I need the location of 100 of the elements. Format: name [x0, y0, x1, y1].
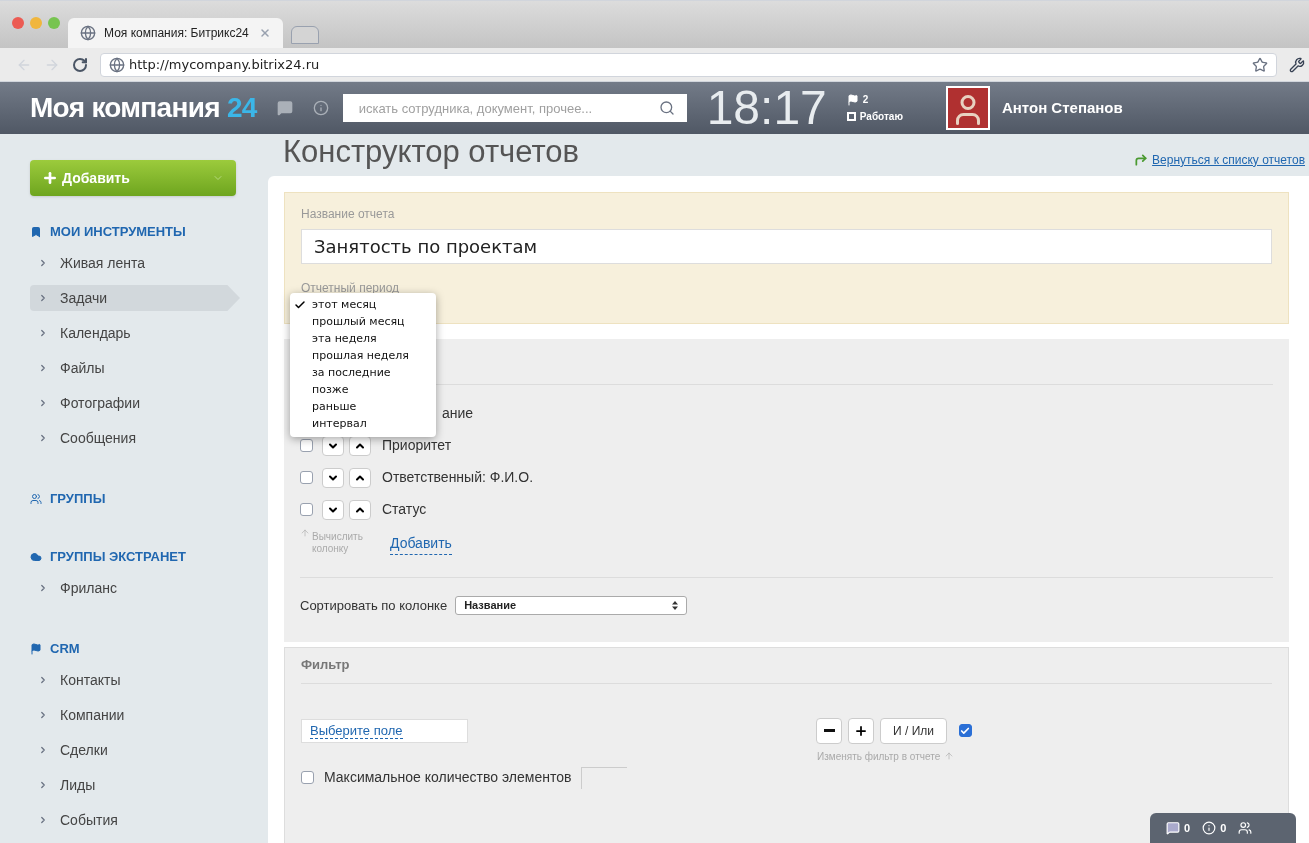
checkbox[interactable] [300, 439, 313, 452]
remove-button[interactable] [816, 717, 842, 744]
chevron-icon [38, 433, 48, 443]
dropdown-option[interactable]: эта неделя [290, 330, 436, 348]
company-logo[interactable]: Моя компания 24 [30, 87, 257, 129]
cloud-icon [30, 551, 42, 563]
dropdown-option[interactable]: интервал [290, 415, 436, 433]
sidebar-item[interactable]: События [30, 807, 240, 833]
user-name[interactable]: Антон Степанов [1001, 96, 1123, 120]
chevron-icon [38, 583, 48, 593]
filter-title: Фильтр [301, 647, 1272, 684]
sidebar-section-title[interactable]: ГРУППЫ [30, 489, 268, 509]
sidebar-section-title[interactable]: CRM [30, 639, 268, 659]
chevron-icon [38, 675, 48, 685]
sidebar-item[interactable]: Календарь [30, 320, 240, 346]
reload-icon[interactable] [72, 56, 88, 73]
change-filter-hint: Изменять фильтр в отчете [817, 749, 941, 764]
check-icon [960, 725, 971, 736]
chat-icon[interactable] [276, 100, 293, 116]
dropdown-option[interactable]: этот месяц [290, 296, 436, 314]
plus-icon [42, 170, 58, 186]
chevron-icon [38, 745, 48, 755]
curved-arrow-icon [1134, 152, 1149, 167]
move-up-button[interactable] [349, 499, 371, 520]
chevron-icon [38, 710, 48, 720]
max-items-field[interactable] [581, 766, 628, 789]
globe-icon [109, 56, 125, 73]
sidebar-section-title[interactable]: МОИ ИНСТРУМЕНТЫ [30, 222, 268, 242]
search-icon[interactable] [658, 100, 675, 116]
dropdown-option[interactable]: позже [290, 381, 436, 399]
checkbox[interactable] [301, 771, 314, 784]
chevron-icon [38, 815, 48, 825]
add-condition-button[interactable] [848, 717, 874, 744]
back-link[interactable]: Вернуться к списку отчетов [1134, 150, 1305, 169]
chevron-icon [38, 363, 48, 373]
sidebar-item[interactable]: Задачи [30, 285, 240, 311]
chevron-icon [38, 293, 48, 303]
page-title: Конструктор отчетов [282, 133, 580, 171]
people-icon[interactable] [1238, 821, 1253, 835]
chat-icon [1166, 821, 1180, 835]
sidebar-item[interactable]: Лиды [30, 772, 240, 798]
move-down-button[interactable] [322, 467, 344, 488]
info-icon [1202, 821, 1217, 835]
messages-counter[interactable]: 0 [1166, 819, 1191, 837]
checkbox[interactable] [958, 724, 972, 737]
bookmark-star-icon[interactable] [1252, 56, 1268, 73]
field-label: Отчетный период [301, 279, 401, 297]
move-up-button[interactable] [349, 467, 371, 488]
plus-icon [854, 723, 868, 738]
sidebar-item[interactable]: Сделки [30, 737, 240, 763]
flag-icon [846, 93, 859, 106]
info-icon[interactable] [312, 100, 329, 116]
sidebar-item[interactable]: Фотографии [30, 390, 240, 416]
sidebar-item[interactable]: Контакты [30, 667, 240, 693]
updown-arrows-icon [672, 600, 679, 610]
column-name: ание [442, 404, 474, 423]
wrench-icon[interactable] [1289, 56, 1305, 73]
sidebar-item[interactable]: Живая лента [30, 250, 240, 276]
column-name: Приоритет [382, 436, 452, 455]
sidebar-item[interactable]: Файлы [30, 355, 240, 381]
checkbox[interactable] [300, 471, 313, 484]
minus-icon [823, 729, 835, 732]
max-items-label: Максимальное количество элементов [324, 768, 572, 787]
report-name-field[interactable]: Занятость по проектам [301, 228, 1272, 264]
chevron-icon [38, 398, 48, 408]
search-field[interactable]: искать сотрудника, документ, прочее... [342, 94, 687, 122]
chevron-icon [38, 780, 48, 790]
move-down-button[interactable] [322, 499, 344, 520]
user-avatar[interactable] [945, 86, 990, 130]
sidebar-section-title[interactable]: ГРУППЫ ЭКСТРАНЕТ [30, 547, 268, 567]
dropdown-option[interactable]: прошлая неделя [290, 347, 436, 365]
square-icon [846, 112, 856, 121]
move-up-button[interactable] [349, 435, 371, 456]
dropdown-option[interactable]: за последние [290, 364, 436, 382]
column-name: Ответственный: Ф.И.О. [382, 468, 534, 487]
dropdown-option[interactable]: раньше [290, 398, 436, 416]
sidebar-item[interactable]: Фриланс [30, 575, 240, 601]
column-name: Статус [382, 500, 427, 519]
flag-counter[interactable]: 2 [846, 92, 903, 107]
sidebar-item[interactable]: Сообщения [30, 425, 240, 451]
sort-select[interactable]: Название [455, 595, 688, 615]
checkbox[interactable] [300, 503, 313, 516]
notifications-counter[interactable]: 0 [1202, 819, 1227, 837]
address-bar[interactable]: http://mycompany.bitrix24.ru [100, 52, 1277, 77]
clock-time: 18:17 [706, 84, 827, 132]
sort-label: Сортировать по колонке [300, 596, 448, 615]
chevron-icon [38, 328, 48, 338]
add-column-link[interactable]: Добавить [390, 532, 452, 555]
flag-icon [30, 643, 42, 655]
field-select[interactable]: Выберите поле [301, 718, 468, 743]
and-or-button[interactable]: И / Или [880, 717, 947, 744]
bookmark-icon [30, 226, 42, 238]
compute-column-hint: Вычислить колонку [312, 530, 364, 555]
dropdown-option[interactable]: прошлый месяц [290, 313, 436, 331]
browser-tab[interactable]: Моя компания: Битрикс24 [68, 18, 283, 48]
move-down-button[interactable] [322, 435, 344, 456]
up-arrow-icon [944, 750, 955, 762]
people-icon [30, 493, 42, 505]
sidebar-item[interactable]: Компании [30, 702, 240, 728]
work-status[interactable]: Работаю [846, 109, 903, 124]
